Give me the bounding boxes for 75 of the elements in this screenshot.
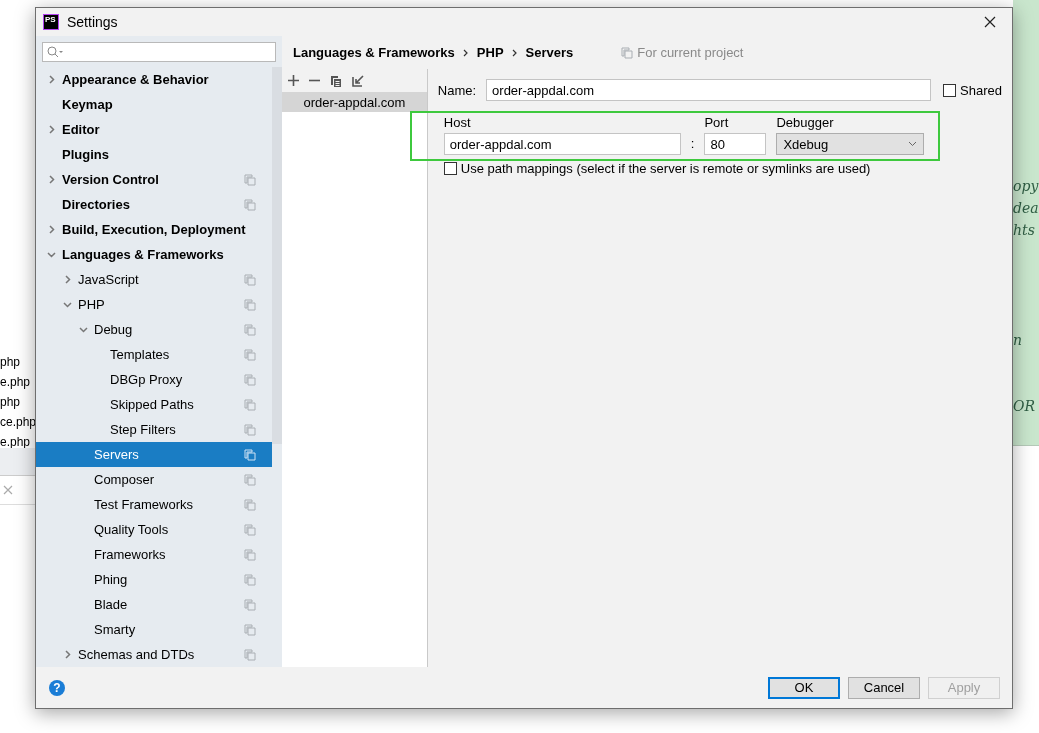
tree-item[interactable]: Templates — [36, 342, 272, 367]
tree-item[interactable]: Keymap — [36, 92, 272, 117]
tree-item[interactable]: Quality Tools — [36, 517, 272, 542]
name-label: Name: — [437, 82, 477, 98]
port-field[interactable]: 80 — [704, 133, 767, 155]
chevron-right-icon — [511, 48, 518, 57]
chevron-right-icon[interactable] — [63, 650, 72, 659]
add-icon[interactable] — [288, 75, 299, 86]
file-name: php — [0, 354, 22, 371]
file-name: e.php — [0, 434, 32, 451]
chevron-right-icon — [462, 48, 469, 57]
tree-item[interactable]: Version Control — [36, 167, 272, 192]
host-label: Host — [443, 115, 472, 130]
code-text: hts — [1013, 222, 1035, 238]
chevron-down-icon — [908, 141, 918, 147]
tree-item[interactable]: Debug — [36, 317, 272, 342]
chevron-right-icon[interactable] — [47, 225, 56, 234]
code-text: OR — [1013, 398, 1036, 414]
close-icon[interactable] — [984, 16, 996, 28]
tree-item[interactable]: Frameworks — [36, 542, 272, 567]
code-text: dea — [1013, 200, 1039, 216]
name-field[interactable]: order-appdal.com — [486, 79, 932, 101]
copy-icon[interactable] — [330, 74, 342, 87]
app-logo: PS — [43, 14, 59, 30]
tree-item[interactable]: Blade — [36, 592, 272, 617]
server-item[interactable]: order-appdal.com — [282, 92, 427, 112]
tree-item[interactable]: JavaScript — [36, 267, 272, 292]
ok-button[interactable]: OK — [768, 676, 840, 699]
tree-item[interactable]: Phing — [36, 567, 272, 592]
tree-item[interactable]: Step Filters — [36, 417, 272, 442]
file-name: php — [0, 394, 22, 411]
chevron-down-icon[interactable] — [47, 250, 56, 259]
code-text: n — [1013, 332, 1023, 348]
scope-note: For current project — [637, 45, 744, 60]
tree-item[interactable]: Appearance & Behavior — [36, 67, 272, 92]
tree-item[interactable]: Composer — [36, 467, 272, 492]
chevron-right-icon[interactable] — [47, 175, 56, 184]
tree-item[interactable]: Languages & Frameworks — [36, 242, 272, 267]
path-mappings-checkbox[interactable]: Use path mappings (select if the server is remote or symlinks are used) — [443, 161, 1002, 176]
breadcrumb-item: PHP — [476, 45, 504, 60]
tree-item[interactable]: Build, Execution, Deployment — [36, 217, 272, 242]
chevron-down-icon[interactable] — [63, 300, 72, 309]
import-icon[interactable] — [352, 74, 364, 87]
tree-item[interactable]: Test Frameworks — [36, 492, 272, 517]
tree-item[interactable]: Editor — [36, 117, 272, 142]
chevron-right-icon[interactable] — [47, 75, 56, 84]
tree-item[interactable]: DBGp Proxy — [36, 367, 272, 392]
host-field[interactable]: order-appdal.com — [443, 133, 681, 155]
chevron-right-icon[interactable] — [47, 125, 56, 134]
copy-icon — [621, 46, 634, 59]
debugger-label: Debugger — [776, 115, 835, 130]
tree-item[interactable]: Skipped Paths — [36, 392, 272, 417]
shared-checkbox[interactable]: Shared — [943, 82, 1002, 98]
breadcrumb-item: Languages & Frameworks — [293, 45, 455, 60]
breadcrumb-item: Servers — [525, 45, 574, 60]
debugger-dropdown[interactable]: Xdebug — [776, 133, 925, 155]
code-text: opy — [1013, 178, 1039, 194]
tree-item[interactable]: PHP — [36, 292, 272, 317]
window-title: Settings — [67, 14, 118, 30]
tree-item[interactable]: Directories — [36, 192, 272, 217]
port-separator: : — [690, 135, 695, 153]
tree-item[interactable]: Schemas and DTDs — [36, 642, 272, 667]
tree-item[interactable]: Plugins — [36, 142, 272, 167]
help-button[interactable]: ? — [49, 679, 65, 696]
search-field[interactable] — [42, 42, 276, 62]
tree-item[interactable]: Servers — [36, 442, 272, 467]
file-name: e.php — [0, 374, 32, 391]
chevron-down-icon[interactable] — [79, 325, 88, 334]
chevron-right-icon[interactable] — [63, 275, 72, 284]
port-label: Port — [704, 115, 730, 130]
scrollbar[interactable] — [272, 67, 282, 444]
search-icon — [47, 46, 65, 58]
tree-item[interactable]: Smarty — [36, 617, 272, 642]
cancel-button[interactable]: Cancel — [848, 676, 920, 699]
file-name: ce.php — [0, 414, 37, 431]
